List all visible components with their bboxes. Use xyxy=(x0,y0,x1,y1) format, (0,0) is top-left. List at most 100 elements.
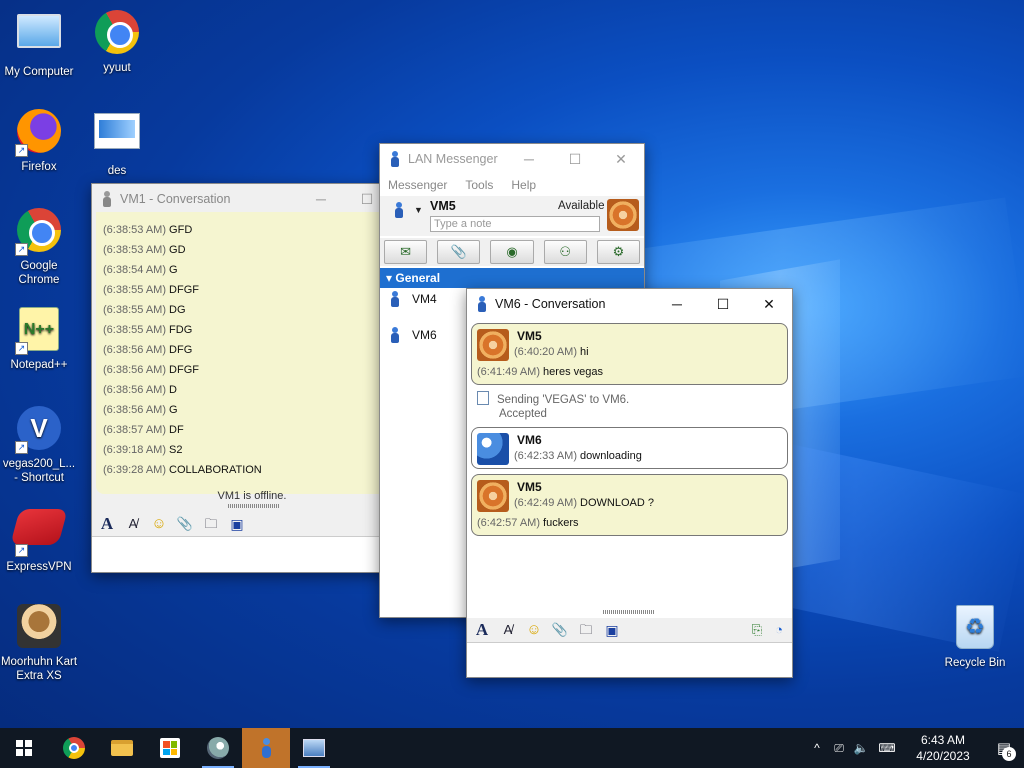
message-input[interactable] xyxy=(92,536,390,572)
chat-line-cut xyxy=(96,212,384,220)
emoticon-icon[interactable]: ☺ xyxy=(524,620,544,640)
chat-history[interactable]: (6:38:53 AM) GFD (6:38:53 AM) GD (6:38:5… xyxy=(96,212,384,494)
timestamp: (6:38:55 AM) xyxy=(103,324,166,336)
system-tray: ^ ⎚ 🔈 ⌨ 6:43 AM 4/20/2023 ▤ 6 xyxy=(806,728,1024,768)
chat-line: (6:38:57 AM) DF xyxy=(96,420,384,440)
contact-group-header[interactable]: ▾ General xyxy=(380,268,644,288)
splitter-handle[interactable] xyxy=(603,610,655,614)
sender-name: VM5 xyxy=(517,329,542,343)
start-button[interactable] xyxy=(0,728,48,768)
status-icon[interactable] xyxy=(392,202,406,218)
vm1-conversation-window[interactable]: VM1 - Conversation ─ ☐ (6:38:53 AM) GFD … xyxy=(91,183,391,573)
chevron-down-icon[interactable]: ▼ xyxy=(414,205,423,215)
shortcut-arrow-icon: ↗ xyxy=(15,342,28,355)
timestamp: (6:40:20 AM) xyxy=(514,346,577,358)
send-folder-icon[interactable]: 🗀 xyxy=(201,514,221,534)
menu-help[interactable]: Help xyxy=(511,178,536,192)
font-color-icon[interactable]: A̸ xyxy=(498,620,518,640)
rss-button[interactable]: ◉ xyxy=(490,240,534,264)
timestamp: (6:38:55 AM) xyxy=(103,304,166,316)
desktop-icon-notepad-plus-plus[interactable]: N++ ↗ Notepad++ xyxy=(0,305,78,372)
desktop-icon-my-computer[interactable]: My Computer xyxy=(0,8,78,79)
folder-icon xyxy=(111,740,133,756)
desktop-icon-vegas-shortcut[interactable]: V ↗ vegas200_L... - Shortcut xyxy=(0,404,78,485)
menu-messenger[interactable]: Messenger xyxy=(388,178,447,192)
taskbar-chrome[interactable] xyxy=(50,728,98,768)
message-input[interactable] xyxy=(467,642,792,677)
contact-item[interactable]: VM6 xyxy=(388,324,437,346)
desktop-icon-label: Notepad++ xyxy=(10,359,68,371)
taskbar-lan-messenger[interactable] xyxy=(242,728,290,768)
clock[interactable]: 6:43 AM 4/20/2023 xyxy=(902,732,984,764)
window-titlebar[interactable]: VM6 - Conversation ─ ☐ ✕ xyxy=(467,289,792,319)
menu-tools[interactable]: Tools xyxy=(465,178,493,192)
taskbar-store[interactable] xyxy=(146,728,194,768)
close-button[interactable]: ✕ xyxy=(746,289,792,319)
desktop-icon-moorhuhn-kart[interactable]: Moorhuhn Kart Extra XS xyxy=(0,602,78,683)
font-color-icon[interactable]: A̸ xyxy=(123,514,143,534)
window-titlebar[interactable]: VM1 - Conversation ─ ☐ xyxy=(92,184,390,214)
lan-messenger-icon xyxy=(388,151,402,167)
minimize-button[interactable]: ─ xyxy=(654,289,700,319)
send-file-button[interactable]: 📎 xyxy=(437,240,481,264)
font-icon[interactable]: A xyxy=(472,620,492,640)
format-toolbar: A A̸ ☺ 📎 🗀 ▣ xyxy=(92,512,247,536)
attach-file-icon[interactable]: 📎 xyxy=(550,620,570,640)
group-chat-button[interactable]: ⚇ xyxy=(543,240,587,264)
message-text: G xyxy=(169,404,178,416)
contact-item[interactable]: VM4 xyxy=(388,288,437,310)
minimize-button[interactable]: ─ xyxy=(506,144,552,174)
chat-line: (6:38:55 AM) DFGF xyxy=(96,280,384,300)
network-icon[interactable]: ⎚ xyxy=(828,741,850,756)
vm6-conversation-window[interactable]: VM6 - Conversation ─ ☐ ✕ VM5 (6:40:20 AM… xyxy=(466,288,793,678)
offline-status: VM1 is offline. xyxy=(217,490,287,502)
timestamp: (6:38:56 AM) xyxy=(103,344,166,356)
message-text: fuckers xyxy=(543,517,579,529)
user-status[interactable]: Available xyxy=(558,200,604,212)
desktop-icon-expressvpn[interactable]: ↗ ExpressVPN xyxy=(0,503,78,574)
timestamp: (6:38:56 AM) xyxy=(103,384,166,396)
chevron-up-icon[interactable]: ^ xyxy=(806,741,828,755)
attach-file-icon[interactable]: 📎 xyxy=(175,514,195,534)
desktop-icon-google-chrome[interactable]: ↗ Google Chrome xyxy=(0,206,78,287)
settings-button[interactable]: ⚙ xyxy=(596,240,641,264)
minimize-button[interactable]: ─ xyxy=(298,184,344,214)
sender-avatar xyxy=(477,433,509,465)
message-line: (6:42:33 AM) downloading xyxy=(514,450,642,462)
desktop-icon-yyuut[interactable]: yyuut xyxy=(78,8,156,75)
broadcast-button[interactable]: ✉ xyxy=(384,240,428,264)
notification-center-button[interactable]: ▤ 6 xyxy=(984,728,1024,768)
keyboard-icon[interactable]: ⌨ xyxy=(872,741,902,755)
save-icon[interactable]: ▣ xyxy=(227,514,247,534)
taskbar-steam[interactable] xyxy=(194,728,242,768)
taskbar-remote-desktop[interactable] xyxy=(290,728,338,768)
message-text: DFGF xyxy=(169,364,199,376)
menu-bar: Messenger Tools Help xyxy=(380,174,644,196)
send-folder-icon[interactable]: 🗀 xyxy=(576,620,596,640)
desktop-icon-recycle-bin[interactable]: ♻ Recycle Bin xyxy=(936,603,1014,670)
history-icon[interactable]: ◔ xyxy=(769,620,789,640)
contact-status-icon xyxy=(388,327,402,343)
message-text: DFG xyxy=(169,344,193,356)
desktop-icon-des[interactable]: des xyxy=(78,107,156,178)
maximize-button[interactable]: ☐ xyxy=(552,144,598,174)
note-input[interactable]: Type a note xyxy=(430,216,600,232)
taskbar-file-explorer[interactable] xyxy=(98,728,146,768)
chat-line: (6:39:18 AM) S2 xyxy=(96,440,384,460)
close-button[interactable]: ✕ xyxy=(598,144,644,174)
desktop-icon-firefox[interactable]: ↗ Firefox xyxy=(0,107,78,174)
splitter-handle[interactable] xyxy=(228,504,280,508)
clock-date: 4/20/2023 xyxy=(916,749,970,763)
save-icon[interactable]: ▣ xyxy=(602,620,622,640)
font-icon[interactable]: A xyxy=(97,514,117,534)
window-titlebar[interactable]: LAN Messenger ─ ☐ ✕ xyxy=(380,144,644,174)
desktop-icon-label: des xyxy=(107,165,127,177)
maximize-button[interactable]: ☐ xyxy=(700,289,746,319)
send-file-icon[interactable]: ⎘ xyxy=(747,620,767,640)
emoticon-icon[interactable]: ☺ xyxy=(149,514,169,534)
timestamp: (6:38:57 AM) xyxy=(103,424,166,436)
chat-line: (6:38:56 AM) G xyxy=(96,400,384,420)
volume-icon[interactable]: 🔈 xyxy=(850,741,872,755)
user-avatar[interactable] xyxy=(607,199,639,231)
timestamp: (6:39:28 AM) xyxy=(103,464,166,476)
